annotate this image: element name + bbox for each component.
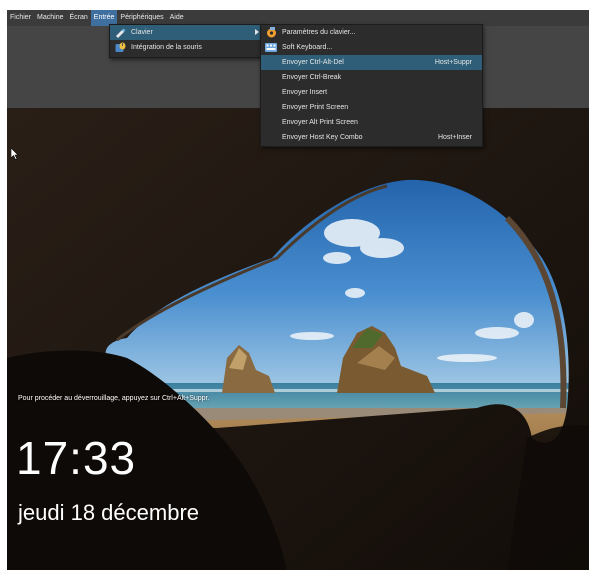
vm-window: Fichier Machine Écran Entrée Périphériqu… [7, 10, 589, 570]
menu-item-clavier[interactable]: Clavier [110, 25, 264, 40]
soft-keyboard-icon [264, 42, 278, 53]
menu-item-parametres-clavier[interactable]: Paramètres du clavier... [261, 25, 482, 40]
menu-item-label: Envoyer Alt Print Screen [282, 119, 358, 126]
menu-item-label: Paramètres du clavier... [282, 29, 356, 36]
menu-item-soft-keyboard[interactable]: Soft Keyboard... [261, 40, 482, 55]
menu-item-ctrl-alt-del[interactable]: Envoyer Ctrl-Alt-Del Host+Suppr [261, 55, 482, 70]
menu-item-label: Soft Keyboard... [282, 44, 333, 51]
mouse-cursor-icon [11, 148, 19, 160]
lock-screen[interactable]: Pour procéder au déverrouillage, appuyez… [7, 108, 589, 570]
menu-machine[interactable]: Machine [34, 10, 66, 26]
keyboard-pen-icon [113, 27, 127, 38]
menu-item-integration-souris[interactable]: Intégration de la souris [110, 40, 264, 55]
menu-item-insert[interactable]: Envoyer Insert [261, 85, 482, 100]
menu-item-shortcut: Host+Inser [437, 134, 472, 141]
menu-item-ctrl-break[interactable]: Envoyer Ctrl-Break [261, 70, 482, 85]
menu-item-shortcut: Host+Suppr [434, 59, 472, 66]
menu-item-label: Envoyer Insert [282, 89, 328, 96]
menu-item-alt-print-screen[interactable]: Envoyer Alt Print Screen [261, 115, 482, 130]
lock-screen-date: jeudi 18 décembre [18, 500, 200, 525]
mouse-integration-icon [113, 42, 127, 53]
menu-item-label: Clavier [131, 29, 153, 36]
menu-item-host-key-combo[interactable]: Envoyer Host Key Combo Host+Inser [261, 130, 482, 145]
menu-item-print-screen[interactable]: Envoyer Print Screen [261, 100, 482, 115]
menu-item-label: Envoyer Ctrl-Alt-Del [282, 59, 344, 66]
menu-item-label: Envoyer Print Screen [282, 104, 349, 111]
submenu-arrow-icon [255, 29, 259, 35]
unlock-hint-text: Pour procéder au déverrouillage, appuyez… [18, 395, 210, 402]
menu-item-label: Intégration de la souris [131, 44, 202, 51]
clavier-menu: Paramètres du clavier... Soft Keyboard..… [260, 24, 483, 147]
entree-menu: Clavier Intégration de la souris [109, 24, 265, 58]
menu-ecran[interactable]: Écran [66, 10, 90, 26]
menu-item-label: Envoyer Host Key Combo [282, 134, 363, 141]
menu-item-label: Envoyer Ctrl-Break [282, 74, 342, 81]
keyboard-settings-icon [264, 27, 278, 38]
menu-fichier[interactable]: Fichier [7, 10, 34, 26]
lock-screen-time: 17:33 [16, 432, 137, 484]
